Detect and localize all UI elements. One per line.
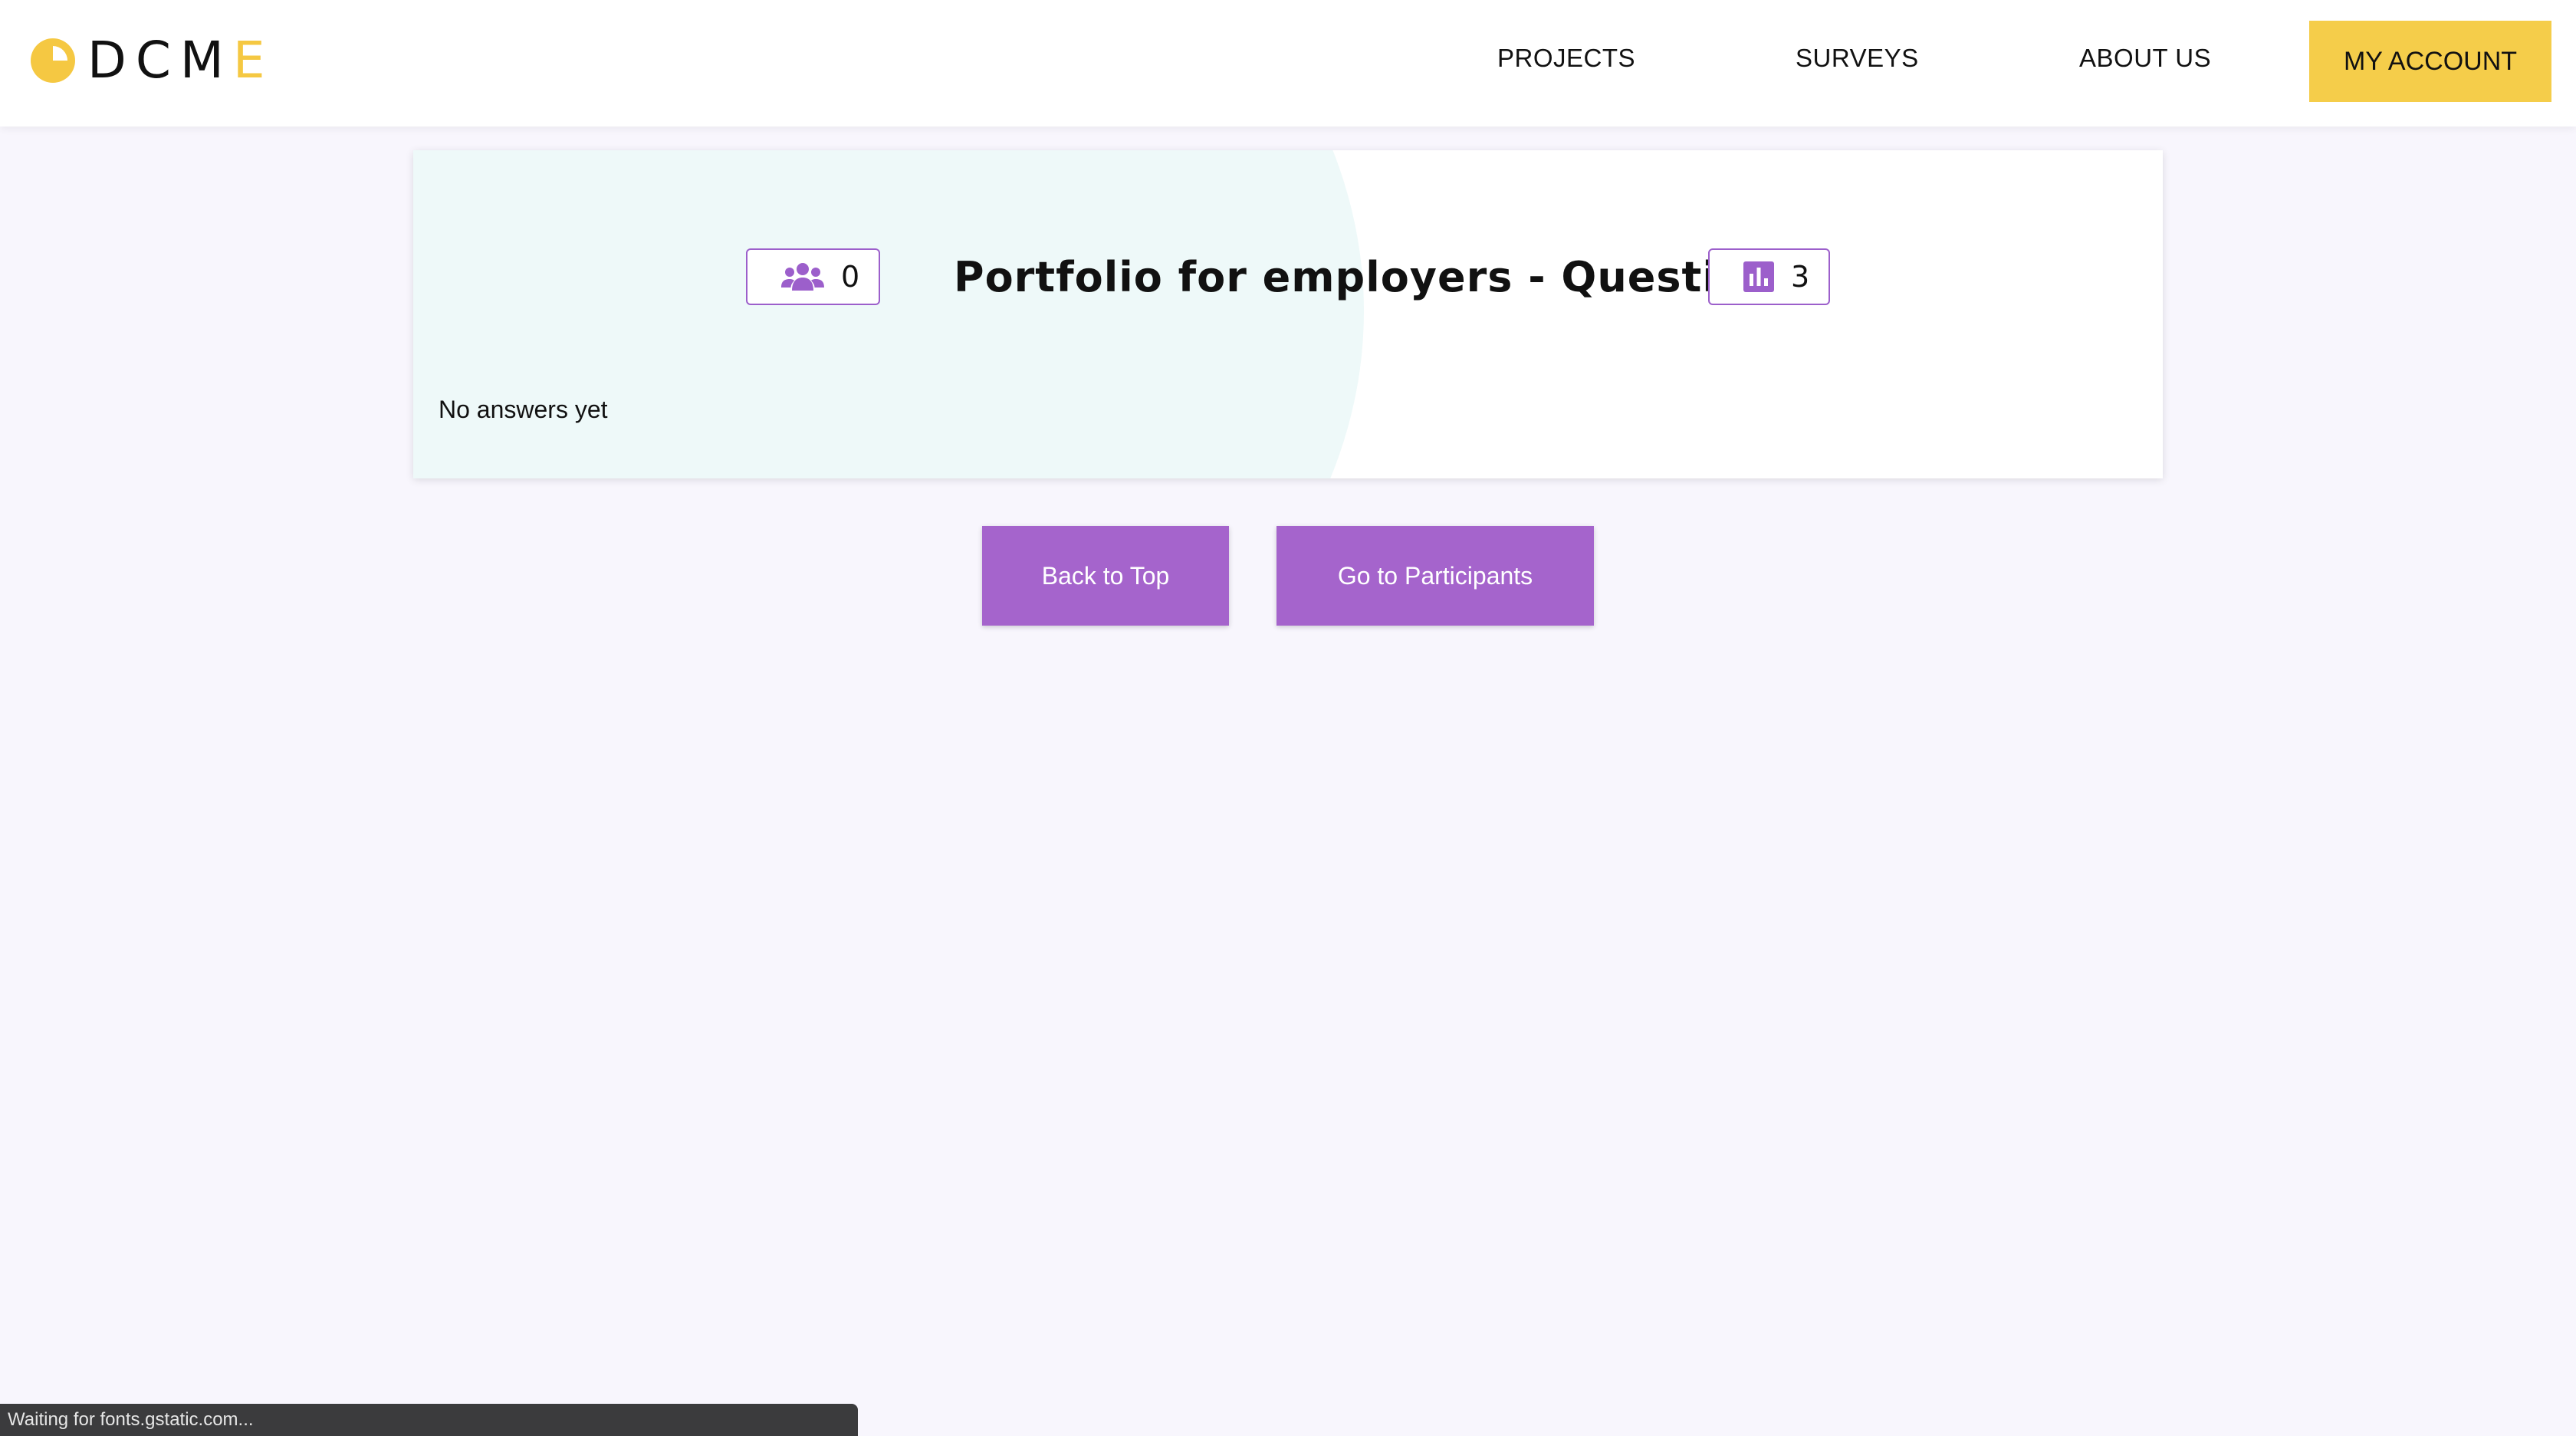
participants-count-badge[interactable]: 0 bbox=[746, 248, 880, 305]
logo-text: DCME bbox=[87, 31, 274, 90]
site-header: DCME PROJECTS SURVEYS ABOUT US MY ACCOUN… bbox=[0, 0, 2576, 127]
my-account-button[interactable]: MY ACCOUNT bbox=[2309, 21, 2551, 102]
questions-count-badge[interactable]: 3 bbox=[1708, 248, 1830, 305]
bar-chart-icon bbox=[1743, 261, 1774, 292]
nav-about-us[interactable]: ABOUT US bbox=[2079, 43, 2211, 74]
go-to-participants-button[interactable]: Go to Participants bbox=[1276, 526, 1594, 626]
participants-count: 0 bbox=[841, 260, 860, 294]
back-to-top-button[interactable]: Back to Top bbox=[982, 526, 1229, 626]
dcme-logo[interactable]: DCME bbox=[29, 34, 274, 87]
questions-count: 3 bbox=[1791, 260, 1810, 294]
no-answers-note: No answers yet bbox=[439, 396, 608, 423]
nav-projects[interactable]: PROJECTS bbox=[1497, 43, 1635, 74]
survey-title: Portfolio for employers - Questions bbox=[954, 252, 1802, 301]
nav-surveys[interactable]: SURVEYS bbox=[1796, 43, 1919, 74]
pie-logo-icon bbox=[31, 38, 75, 83]
card-decorative-blob bbox=[413, 150, 1364, 478]
survey-card: 0 Portfolio for employers - Questions 3 … bbox=[413, 150, 2163, 478]
users-icon bbox=[781, 261, 824, 292]
browser-status-bar: Waiting for fonts.gstatic.com... bbox=[0, 1404, 858, 1436]
